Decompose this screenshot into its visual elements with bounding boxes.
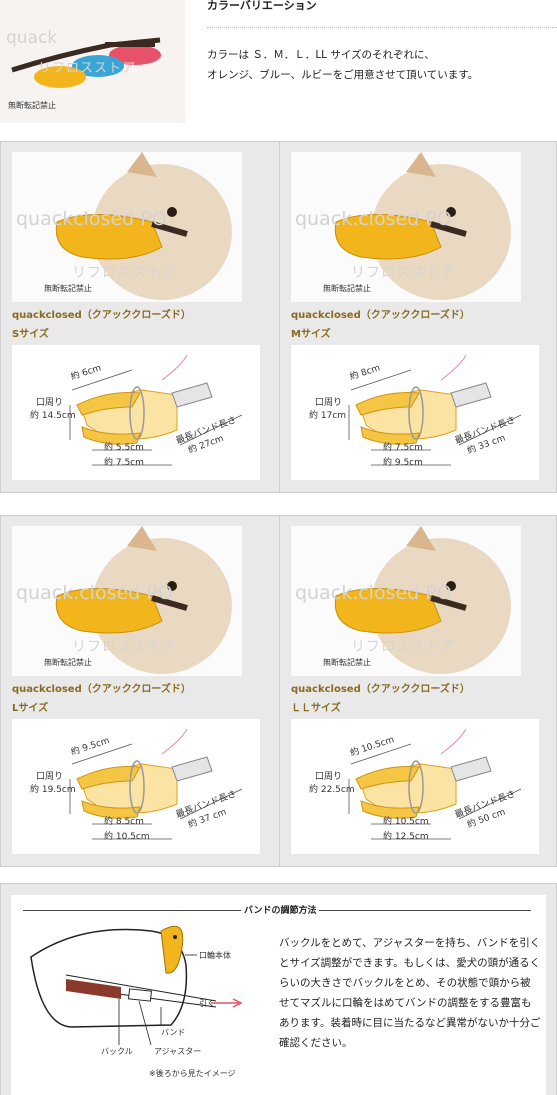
- label-band: バンド: [161, 1028, 186, 1037]
- dim-inner: 約 5.5cm: [104, 443, 144, 453]
- photo-watermark-store: リフロスストア: [351, 639, 456, 655]
- dim-mouth: 約 14.5cm: [30, 411, 76, 421]
- photo-caption: 無断転記禁止: [44, 658, 92, 667]
- dim-mouth: 約 22.5cm: [309, 785, 355, 795]
- band-adjustment-section: バンドの調節方法 口輪本体 引く バンド バックル アジャスター ※後ろから見た…: [0, 883, 557, 1095]
- photo-watermark-store: リフロスストア: [72, 265, 177, 281]
- photo-watermark-store: リフロスストア: [351, 265, 456, 281]
- photo-watermark-store: リフロスストア: [38, 61, 137, 76]
- product-name: quackclosed（クアッククローズド）: [291, 310, 470, 321]
- photo-caption: 無断転記禁止: [8, 101, 56, 110]
- dim-outer: 約 9.5cm: [383, 458, 423, 468]
- dog-photo: quack.closed PO リフロスストア 無断転記禁止: [291, 526, 521, 676]
- photo-watermark: quack.closed PO: [295, 582, 452, 604]
- divider: [207, 27, 557, 28]
- dim-outer: 約 10.5cm: [104, 832, 150, 842]
- size-label: Sサイズ: [12, 329, 49, 340]
- label-buckle: バックル: [101, 1047, 133, 1056]
- photo-watermark: quackclosed PO: [16, 208, 167, 230]
- size-grid-sm: quackclosed PO リフロスストア 無断転記禁止 quackclose…: [0, 141, 557, 493]
- dim-mouth: 約 19.5cm: [30, 785, 76, 795]
- dim-mouth-label: 口周り: [315, 772, 343, 782]
- label-adjuster: アジャスター: [154, 1047, 202, 1056]
- product-name: quackclosed（クアッククローズド）: [12, 684, 191, 695]
- size-diagram: 約 8cm 口周り 約 17cm 約 7.5cm 約 9.5cm 最長バンド長さ…: [291, 345, 539, 480]
- photo-caption: 無断転記禁止: [323, 658, 371, 667]
- dim-outer: 約 12.5cm: [383, 832, 429, 842]
- label-pull: 引く: [199, 999, 215, 1008]
- photo-watermark: quack.closed PO: [295, 208, 452, 230]
- photo-watermark: quack: [6, 28, 58, 48]
- size-card: quack.closed PO リフロスストア 無断転記禁止 quackclos…: [280, 516, 557, 866]
- color-variation-photo: quack リフロスストア 無断転記禁止: [0, 0, 185, 123]
- dim-inner: 約 8.5cm: [104, 817, 144, 827]
- variation-description: カラーは Ｓ．Ｍ．Ｌ．LL サイズのそれぞれに、 オレンジ、ブルー、ルビーをご用…: [207, 45, 478, 85]
- size-label: ＬＬサイズ: [291, 703, 341, 714]
- variation-desc-line1: カラーは Ｓ．Ｍ．Ｌ．LL サイズのそれぞれに、: [207, 49, 435, 61]
- dim-mouth-label: 口周り: [315, 398, 343, 408]
- dim-mouth-label: 口周り: [36, 398, 64, 408]
- dim-outer: 約 7.5cm: [104, 458, 144, 468]
- size-label: Mサイズ: [291, 329, 331, 340]
- variation-title: カラーバリエーション: [207, 0, 317, 12]
- variation-desc-line2: オレンジ、ブルー、ルビーをご用意させて頂いています。: [207, 69, 479, 81]
- size-diagram: 約 9.5cm 口周り 約 19.5cm 約 8.5cm 約 10.5cm 最長…: [12, 719, 260, 854]
- product-name: quackclosed（クアッククローズド）: [291, 684, 470, 695]
- size-label: Lサイズ: [12, 703, 49, 714]
- dog-photo: quackclosed PO リフロスストア 無断転記禁止: [12, 152, 242, 302]
- dim-mouth: 約 17cm: [309, 411, 347, 421]
- photo-watermark-store: リフロスストア: [72, 639, 177, 655]
- dog-photo: quack.closed PO リフロスストア 無断転記禁止: [291, 152, 521, 302]
- photo-caption: 無断転記禁止: [44, 284, 92, 293]
- size-grid-lll: quack.closed PO リフロスストア 無断転記禁止 quackclos…: [0, 515, 557, 867]
- dim-inner: 約 10.5cm: [383, 817, 429, 827]
- size-card: quack.closed PO リフロスストア 無断転記禁止 quackclos…: [280, 142, 557, 492]
- size-diagram: 約 10.5cm 口周り 約 22.5cm 約 10.5cm 約 12.5cm …: [291, 719, 539, 854]
- size-card: quackclosed PO リフロスストア 無断転記禁止 quackclose…: [1, 142, 278, 492]
- band-adjustment-illustration: [30, 925, 243, 1046]
- photo-watermark: quack.closed PO: [16, 582, 173, 604]
- label-muzzle-body: 口輪本体: [199, 951, 231, 960]
- dim-inner: 約 7.5cm: [383, 443, 423, 453]
- band-description: バックルをとめて、アジャスターを持ち、バンドを引くとサイズ調整ができます。もしく…: [279, 937, 541, 1049]
- product-name: quackclosed（クアッククローズド）: [12, 310, 191, 321]
- dog-photo: quack.closed PO リフロスストア 無断転記禁止: [12, 526, 242, 676]
- dim-mouth-label: 口周り: [36, 772, 64, 782]
- photo-caption: 無断転記禁止: [323, 284, 371, 293]
- size-card: quack.closed PO リフロスストア 無断転記禁止 quackclos…: [1, 516, 278, 866]
- size-diagram: 約 6cm 口周り 約 14.5cm 約 5.5cm 約 7.5cm 最長バンド…: [12, 345, 260, 480]
- label-rear-view-note: ※後ろから見たイメージ: [149, 1069, 236, 1078]
